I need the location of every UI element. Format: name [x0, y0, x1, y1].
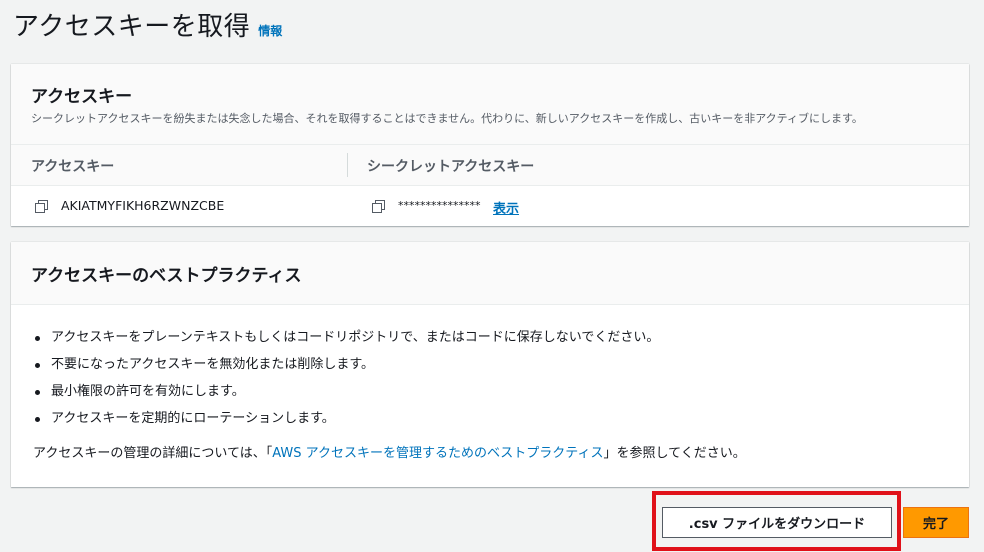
best-practices-footnote: アクセスキーの管理の詳細については、「AWS アクセスキーを管理するためのベスト… — [33, 442, 746, 461]
column-header-access-key: アクセスキー — [31, 159, 115, 175]
access-key-table-header: アクセスキー シークレットアクセスキー — [11, 145, 969, 186]
best-practices-list: アクセスキーをプレーンテキストもしくはコードリポジトリで、またはコードに保存しな… — [33, 324, 659, 432]
access-key-panel-description: シークレットアクセスキーを紛失または失念した場合、それを取得することはできません… — [31, 112, 863, 125]
access-key-panel-header: アクセスキー シークレットアクセスキーを紛失または失念した場合、それを取得するこ… — [11, 64, 969, 145]
done-button[interactable]: 完了 — [903, 507, 969, 538]
copy-icon[interactable] — [35, 200, 48, 213]
best-practices-header: アクセスキーのベストプラクティス — [11, 242, 969, 305]
copy-icon[interactable] — [372, 200, 385, 213]
column-header-secret-key: シークレットアクセスキー — [367, 159, 535, 175]
page-header: アクセスキーを取得 情報 — [13, 6, 282, 43]
best-practices-panel: アクセスキーのベストプラクティス アクセスキーをプレーンテキストもしくはコードリ… — [11, 242, 969, 487]
footnote-prefix: アクセスキーの管理の詳細については、「 — [33, 446, 273, 461]
best-practices-title: アクセスキーのベストプラクティス — [31, 266, 302, 286]
show-secret-link[interactable]: 表示 — [493, 198, 519, 217]
access-key-table-row: AKIATMYFIKH6RZWNZCBE *************** 表示 — [11, 186, 969, 226]
access-key-panel: アクセスキー シークレットアクセスキーを紛失または失念した場合、それを取得するこ… — [11, 64, 969, 226]
secret-key-masked: *************** — [398, 199, 481, 212]
list-item: アクセスキーを定期的にローテーションします。 — [33, 405, 659, 432]
download-csv-button[interactable]: .csv ファイルをダウンロード — [662, 507, 892, 538]
access-key-value: AKIATMYFIKH6RZWNZCBE — [61, 198, 225, 213]
column-divider — [347, 153, 348, 177]
footnote-suffix: 」を参照してください。 — [603, 446, 746, 461]
list-item: 最小権限の許可を有効にします。 — [33, 378, 659, 405]
list-item: 不要になったアクセスキーを無効化または削除します。 — [33, 351, 659, 378]
access-key-panel-title: アクセスキー — [31, 87, 133, 107]
info-link[interactable]: 情報 — [258, 22, 282, 39]
page-title: アクセスキーを取得 — [13, 12, 251, 42]
best-practices-doc-link[interactable]: AWS アクセスキーを管理するためのベストプラクティス — [272, 446, 603, 461]
list-item: アクセスキーをプレーンテキストもしくはコードリポジトリで、またはコードに保存しな… — [33, 324, 659, 351]
